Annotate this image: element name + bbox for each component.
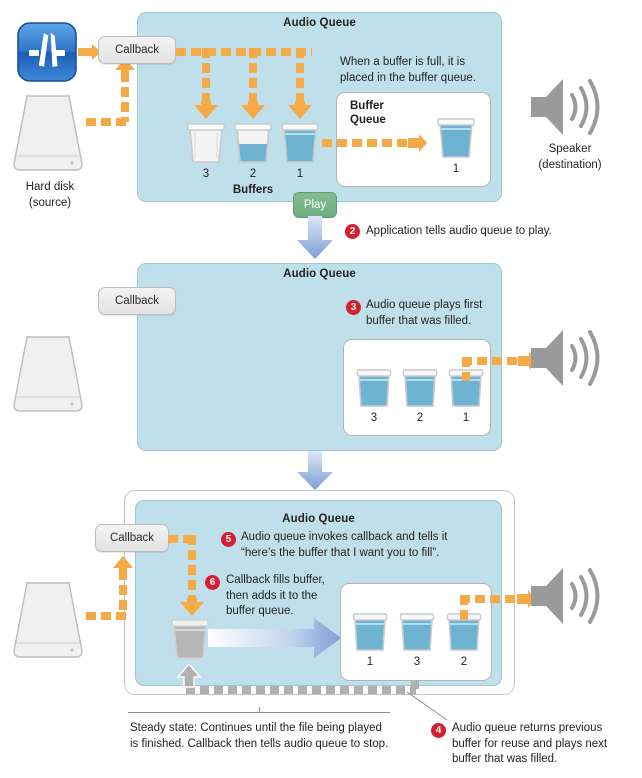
speaker-caption-1: Speaker (destination): [510, 142, 630, 173]
steady-state-note: Steady state: Continues until the file b…: [130, 721, 420, 752]
buffer-number: 1: [462, 412, 470, 424]
buffer-number: 1: [366, 656, 374, 668]
steady-state-bracket: [128, 707, 390, 713]
queue-to-speaker-dash-h-3: [460, 595, 522, 603]
callback-to-buffer3-dash-v: [202, 48, 210, 104]
step-3-text: Audio queue plays first buffer that was …: [366, 298, 531, 329]
hard-disk-caption-line2: (source): [28, 196, 72, 209]
buffer-number: 3: [202, 168, 210, 180]
speaker-icon-2: [529, 327, 601, 389]
buffer-number: 3: [413, 656, 421, 668]
buffer-number: 1: [296, 168, 304, 180]
speaker-icon-1: [529, 76, 601, 138]
buffer-queue-label-line1: Buffer: [350, 100, 384, 112]
step-5-text: Audio queue invokes callback and tells i…: [241, 530, 511, 561]
step-6-line2: then adds it to the: [226, 589, 318, 602]
buffer2-fill-arrowhead: [240, 101, 266, 124]
buffer-half-2: 2: [233, 122, 273, 180]
steady-state-line2: is finished. Callback then tells audio q…: [130, 737, 389, 750]
queue-to-speaker-dash-h-2: [462, 357, 524, 365]
step-5-line1: Audio queue invokes callback and tells i…: [241, 531, 448, 543]
audio-queue-title-3: Audio Queue: [282, 513, 355, 525]
step-2-text: Application tells audio queue to play.: [366, 225, 552, 237]
buffer1-to-queue-dash: [322, 139, 412, 147]
reuse-arrowhead: [176, 662, 202, 693]
step-badge-3: 3: [346, 300, 361, 315]
hard-disk-icon-1: [10, 94, 86, 176]
step-badge-4: 4: [431, 723, 446, 738]
buffer-number: 1: [452, 163, 460, 175]
audio-queue-title-2: Audio Queue: [283, 268, 356, 280]
step-badge-5: 5: [221, 532, 236, 547]
callback-to-buffer2-dash-v: [249, 48, 257, 104]
disk-to-callback-dash-v: [121, 72, 129, 122]
step-badge-6: 6: [205, 575, 220, 590]
buffer-full-1: 1: [280, 122, 320, 180]
buffer-number: 2: [249, 168, 257, 180]
step-4-line1: Audio queue returns previous: [452, 722, 603, 734]
queued-buffer-3b: 3: [356, 368, 392, 424]
callback-box-2[interactable]: Callback: [98, 287, 176, 315]
buffer-number: 2: [460, 656, 468, 668]
queued-buffer-3c: 3: [399, 612, 435, 668]
buffer1-to-queue-arrowhead: [408, 134, 428, 157]
callback-box-1[interactable]: Callback: [98, 36, 176, 64]
speaker-icon-3: [529, 565, 601, 627]
step-3-line2: buffer that was filled.: [366, 314, 472, 327]
buffer-empty-3: 3: [186, 122, 226, 180]
hard-disk-caption-1: Hard disk (source): [0, 180, 100, 211]
speaker-caption-line1: Speaker: [548, 143, 592, 155]
step-badge-2: 2: [345, 224, 360, 239]
panel1-note-line2: placed in the buffer queue.: [340, 71, 476, 84]
buffer-queue-label-1: Buffer Queue: [350, 100, 386, 127]
step-5-line2: “here’s the buffer that I want you to fi…: [241, 546, 440, 559]
queued-buffer-1: 1: [436, 117, 476, 175]
step-4-line3: buffer that was filled.: [452, 753, 558, 765]
play-down-arrow: [296, 216, 334, 265]
audio-queue-title-1: Audio Queue: [283, 17, 356, 29]
queued-buffer-2b: 2: [402, 368, 438, 424]
hard-disk-icon-3: [10, 581, 86, 663]
refill-to-queue-arrow: [208, 618, 342, 663]
buffer1-fill-arrowhead: [287, 101, 313, 124]
step-4-text: Audio queue returns previous buffer for …: [452, 721, 642, 768]
step-3-line1: Audio queue plays first: [366, 299, 483, 311]
queued-buffer-1c: 1: [352, 612, 388, 668]
play-button[interactable]: Play: [293, 192, 337, 218]
steady-state-line1: Steady state: Continues until the file b…: [130, 722, 382, 734]
panel1-note-line1: When a buffer is full, it is: [340, 56, 466, 68]
hard-disk-icon-2: [10, 335, 86, 417]
buffer-number: 2: [416, 412, 424, 424]
reuse-dash-h: [186, 686, 416, 694]
step-6-text: Callback fills buffer, then adds it to t…: [226, 573, 346, 620]
step-4-line2: buffer for reuse and plays next: [452, 737, 608, 750]
disk-to-callback-arrowhead-3: [112, 556, 134, 577]
callback-to-refill-dash-v: [188, 535, 196, 601]
speaker-caption-line2: (destination): [538, 158, 602, 171]
buffer-number: 3: [370, 412, 378, 424]
buffer-queue-label-line2: Queue: [350, 113, 386, 126]
xcode-app-icon: [17, 22, 77, 82]
step-6-line1: Callback fills buffer,: [226, 574, 325, 586]
callback-to-buffer1-dash-v: [296, 48, 304, 104]
panel1-note: When a buffer is full, it is placed in t…: [340, 55, 505, 86]
hard-disk-caption-line1: Hard disk: [25, 181, 75, 193]
refill-buffer: 1: [170, 618, 210, 676]
callback-to-buffers-dash-h: [176, 48, 312, 56]
buffer3-fill-arrowhead: [193, 101, 219, 124]
callback-box-3[interactable]: Callback: [95, 524, 169, 552]
